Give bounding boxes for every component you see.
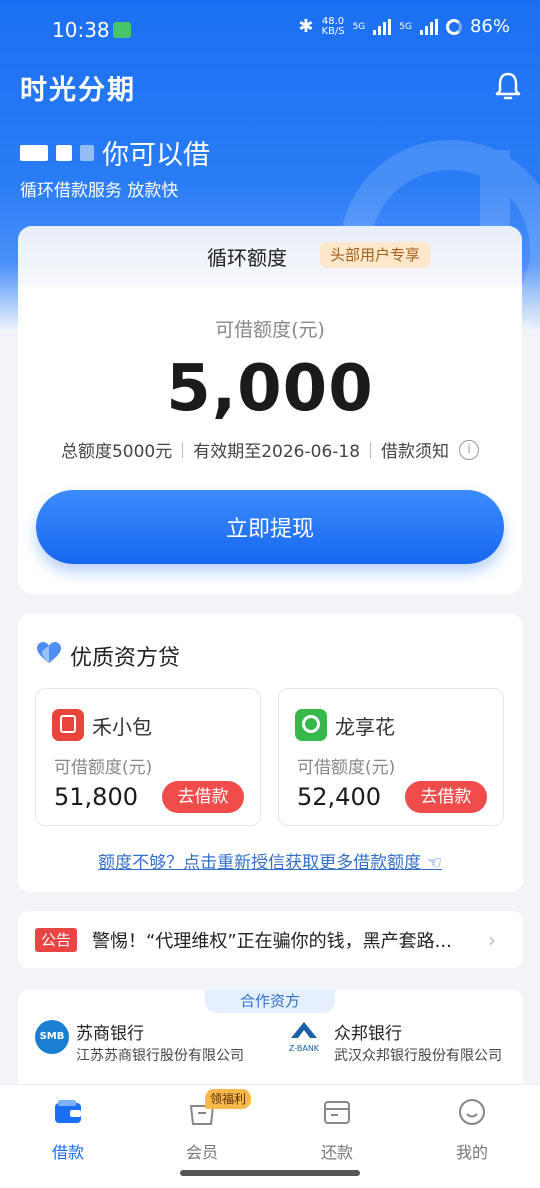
partner-name: 众邦银行 xyxy=(334,1024,402,1044)
lender-amount-label: 可借额度(元) xyxy=(54,758,153,778)
withdraw-button[interactable]: 立即提现 xyxy=(36,490,504,564)
lender-name: 龙享花 xyxy=(335,715,395,739)
section-title: 优质资方贷 xyxy=(70,646,181,671)
info-icon[interactable]: i xyxy=(459,439,480,460)
hand-tap-icon: ☜ xyxy=(426,853,442,873)
bell-icon[interactable] xyxy=(492,70,524,102)
quota-title: 循环额度 xyxy=(207,246,287,270)
status-right-group: ✱ 48.0 KB/S 5G 5G 86% xyxy=(298,16,510,37)
zbank-logo-icon: Z-BANK xyxy=(282,1020,326,1058)
borrow-button[interactable]: 去借款 xyxy=(162,781,244,813)
tab-label: 借款 xyxy=(51,1143,84,1162)
lender-amount: 52,400 xyxy=(297,783,381,811)
notice-tag: 公告 xyxy=(35,928,78,952)
message-notification-icon xyxy=(113,22,131,38)
masked-username-part xyxy=(80,144,94,161)
valid-until: 有效期至2026-06-18 xyxy=(193,442,361,462)
vip-tag: 头部用户专享 xyxy=(320,242,431,268)
quota-meta: 总额度5000元 有效期至2026-06-18 借款须知 i xyxy=(0,437,540,462)
tab-label: 我的 xyxy=(455,1143,488,1162)
net1-label: 5G xyxy=(352,21,366,32)
net-speed-unit: KB/S xyxy=(321,25,345,37)
available-amount: 5,000 xyxy=(166,352,374,426)
reapply-credit-text: 额度不够？点击重新授信获取更多借款额度 xyxy=(98,853,422,873)
partner-desc: 江苏苏商银行股份有限公司 xyxy=(76,1048,244,1064)
brand-title: 时光分期 xyxy=(20,75,136,106)
heart-icon xyxy=(37,642,61,663)
available-amount-label: 可借额度(元) xyxy=(215,319,325,341)
lender-amount: 51,800 xyxy=(54,783,138,811)
battery-icon xyxy=(445,18,462,35)
lender-card-hexiaobao[interactable]: 禾小包 可借额度(元) 51,800 去借款 xyxy=(35,688,261,826)
tab-loan[interactable]: 借款 xyxy=(28,1097,108,1163)
reapply-credit-link[interactable]: 额度不够？点击重新授信获取更多借款额度 ☜ xyxy=(0,848,540,873)
welfare-badge: 领福利 xyxy=(205,1089,252,1109)
bluetooth-icon: ✱ xyxy=(298,16,314,37)
status-time: 10:38 xyxy=(52,18,110,42)
net2-label: 5G xyxy=(399,21,412,32)
longxianghua-logo-icon xyxy=(295,709,327,741)
lender-amount-label: 可借额度(元) xyxy=(297,758,396,778)
tab-label: 还款 xyxy=(320,1143,353,1162)
partners-tag: 合作资方 xyxy=(205,989,335,1013)
lender-name: 禾小包 xyxy=(92,715,152,739)
greeting: 你可以借 xyxy=(20,133,210,172)
status-bar: 10:38 ✱ 48.0 KB/S 5G 5G 86% xyxy=(0,0,540,60)
notice-text[interactable]: 警惕！“代理维权”正在骗你的钱，黑产套路... xyxy=(92,927,482,953)
zbank-logo-text: Z-BANK xyxy=(288,1044,320,1053)
partner-desc: 武汉众邦银行股份有限公司 xyxy=(334,1048,502,1064)
home-indicator[interactable] xyxy=(180,1170,360,1176)
lender-card-longxianghua[interactable]: 龙享花 可借额度(元) 52,400 去借款 xyxy=(278,688,504,826)
chevron-right-icon[interactable]: › xyxy=(488,928,496,952)
tab-label: 会员 xyxy=(185,1143,218,1162)
borrow-button[interactable]: 去借款 xyxy=(405,781,487,813)
signal-icon-2 xyxy=(419,18,438,35)
battery-percent: 86% xyxy=(469,16,510,37)
total-quota: 总额度5000元 xyxy=(60,442,173,462)
divider xyxy=(182,441,184,458)
tab-mine[interactable]: 我的 xyxy=(432,1097,512,1163)
net-speed: 48.0 KB/S xyxy=(321,16,345,37)
loan-notice-link[interactable]: 借款须知 xyxy=(381,437,449,462)
masked-username-part xyxy=(56,144,72,161)
tab-repay[interactable]: 还款 xyxy=(297,1097,377,1163)
repay-card-icon xyxy=(324,1101,350,1124)
signal-icon xyxy=(373,18,392,35)
hexiaobao-logo-icon xyxy=(52,709,84,741)
divider xyxy=(370,441,372,458)
smb-bank-logo-icon: SMB xyxy=(35,1020,69,1054)
zbank-mountain-icon xyxy=(291,1022,317,1038)
greeting-text: 你可以借 xyxy=(102,140,210,171)
wallet-icon xyxy=(55,1100,81,1123)
masked-username-part xyxy=(20,144,48,161)
profile-face-icon xyxy=(459,1099,485,1125)
partner-name: 苏商银行 xyxy=(76,1024,144,1044)
greeting-subtitle: 循环借款服务 放款快 xyxy=(20,181,179,201)
